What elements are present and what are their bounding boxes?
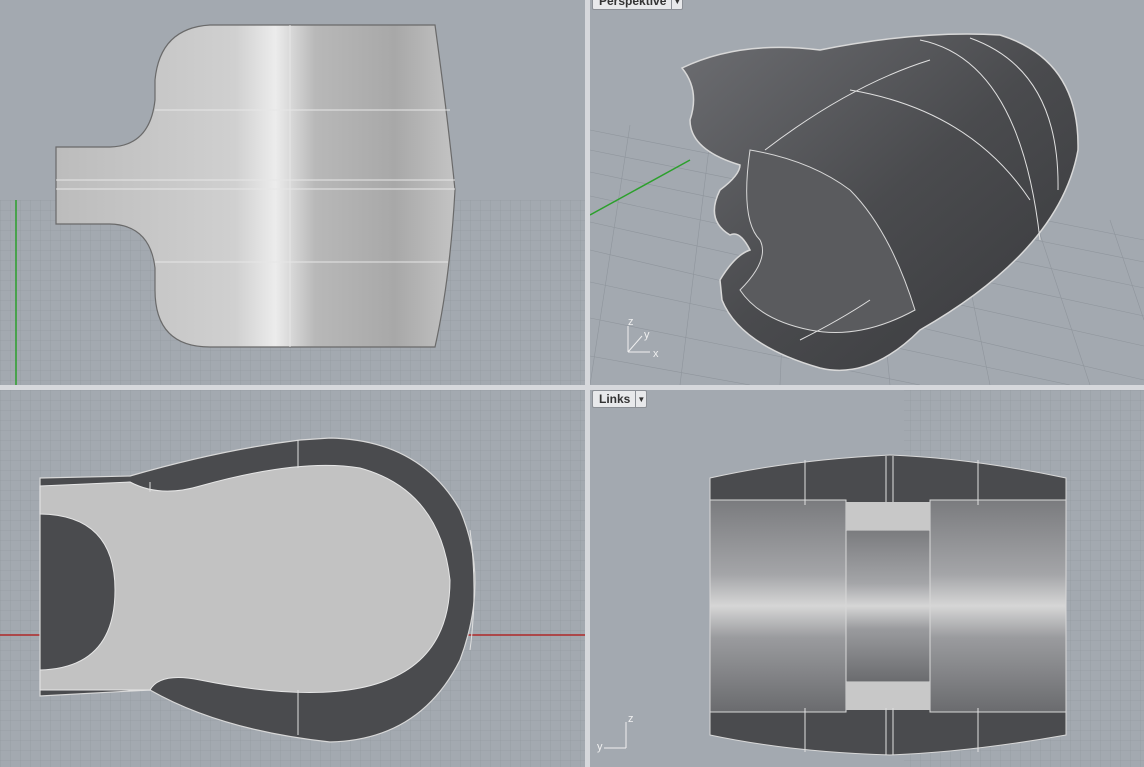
viewport-top-canvas xyxy=(0,24,585,385)
viewport-perspective[interactable]: z y x Perspektive ▼ xyxy=(590,0,1144,385)
tab-links-label: Links xyxy=(599,392,631,406)
axis-y-label: y xyxy=(597,741,603,753)
viewport-top[interactable] xyxy=(0,0,585,385)
side-profile-center-panel xyxy=(845,529,931,683)
viewport-left-canvas: z y xyxy=(597,390,1144,767)
viewport-front[interactable] xyxy=(0,390,585,767)
axis-z-label: z xyxy=(628,316,634,328)
side-profile-center-bottom xyxy=(846,682,930,710)
axis-indicator: z y xyxy=(597,713,634,753)
axis-y-label: y xyxy=(644,329,650,341)
viewport-front-canvas xyxy=(0,390,585,767)
side-profile-left-panel xyxy=(709,499,847,713)
side-profile-center-top xyxy=(846,502,930,530)
tab-perspective-label: Perspektive xyxy=(599,0,667,8)
tab-perspective[interactable]: Perspektive ▼ xyxy=(592,0,684,10)
chevron-down-icon[interactable]: ▼ xyxy=(635,391,646,407)
side-profile-right-panel xyxy=(929,499,1067,713)
axis-z-label: z xyxy=(628,713,634,725)
tab-links[interactable]: Links ▼ xyxy=(592,390,648,408)
axis-indicator: z y x xyxy=(627,316,659,360)
viewport-perspective-canvas: z y x xyxy=(590,33,1144,385)
chevron-down-icon[interactable]: ▼ xyxy=(671,0,682,9)
axis-x-label: x xyxy=(653,348,659,360)
viewport-left[interactable]: z y Links ▼ xyxy=(590,390,1144,767)
